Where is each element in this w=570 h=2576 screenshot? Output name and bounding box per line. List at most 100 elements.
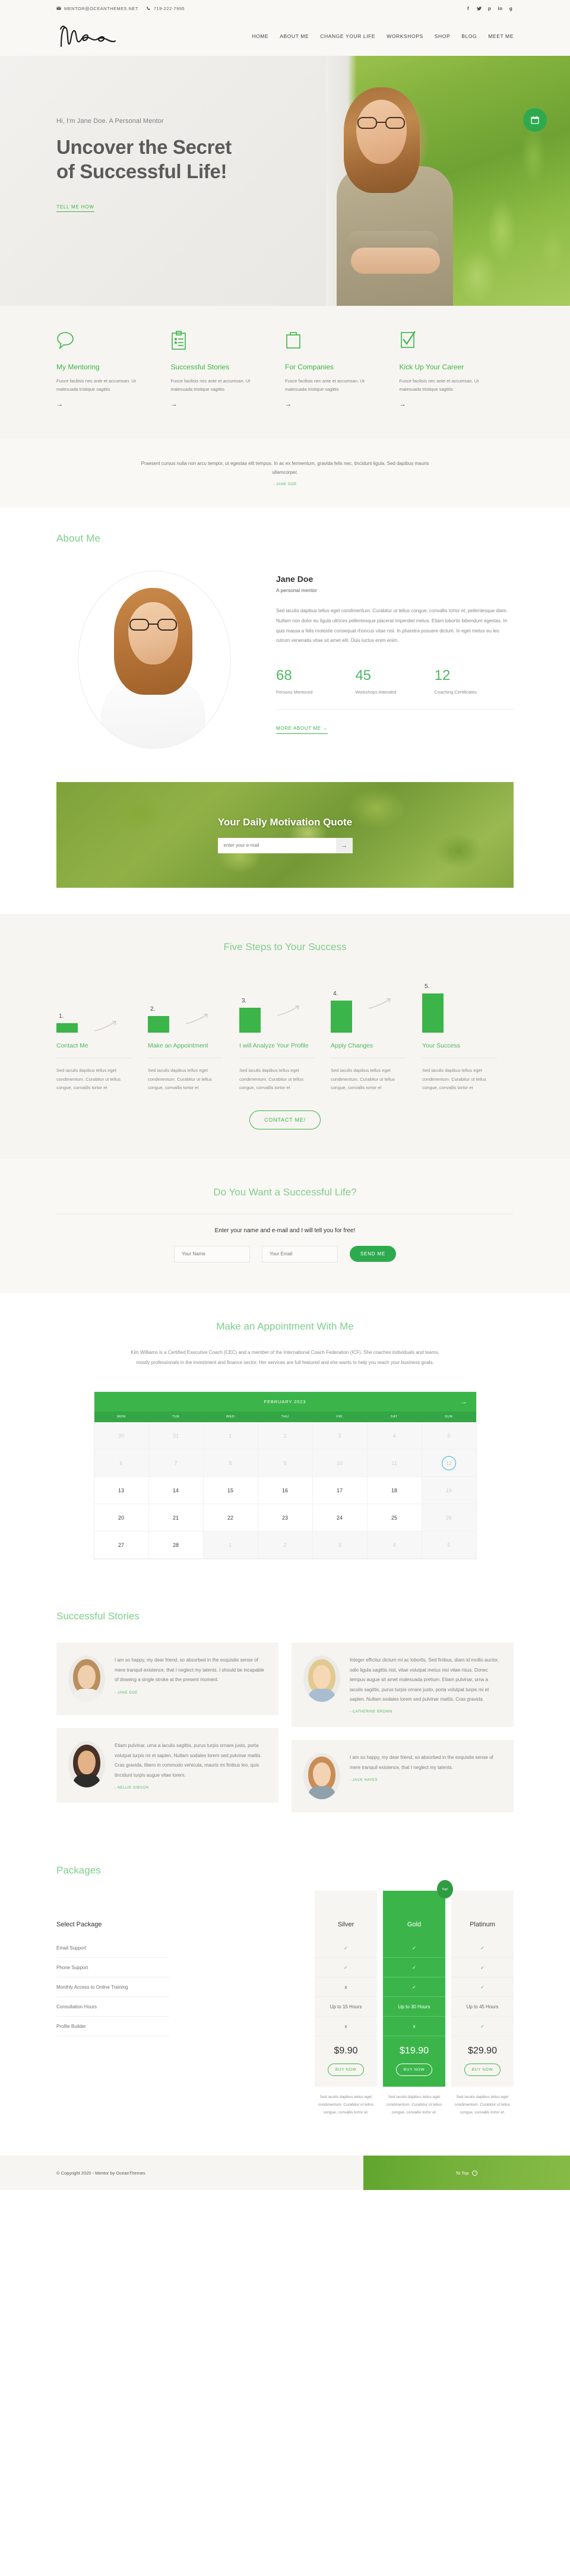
to-top-label: To Top: [455, 2170, 469, 2176]
plan-card-platinum[interactable]: Platinum ✓ ✓ ✓ Up to 45 Hours ✓ $29.90 B…: [451, 1891, 514, 2087]
about-grid: Jane Doe A personal mentor Sed iaculis d…: [56, 570, 514, 749]
nav-item-meet-me[interactable]: MEET ME: [488, 33, 514, 39]
calendar-header: FEBRUARY 2023 →: [94, 1392, 476, 1412]
arrow-right-icon[interactable]: →: [56, 401, 63, 408]
plan-card-silver[interactable]: Silver ✓ ✓ x Up to 15 Hours x $9.90 BUY …: [315, 1891, 377, 2087]
counter-label: Persons Mentored: [276, 689, 313, 695]
nav-item-shop[interactable]: SHOP: [435, 33, 450, 39]
tell-me-how-link[interactable]: TELL ME HOW: [56, 204, 94, 213]
calendar-fab-button[interactable]: [523, 108, 547, 132]
contact-me-button[interactable]: CONTACT ME!: [249, 1110, 321, 1129]
email-input[interactable]: [261, 1245, 338, 1262]
calendar-day-cell[interactable]: 13: [94, 1477, 149, 1505]
motivation-submit-button[interactable]: →: [335, 837, 353, 853]
arrow-right-icon[interactable]: →: [285, 401, 292, 408]
send-me-button[interactable]: SEND ME: [349, 1246, 397, 1262]
arrow-right-icon[interactable]: →: [171, 401, 178, 408]
calendar-day-cell: 5: [422, 1531, 476, 1559]
motivation-banner: Your Daily Motivation Quote →: [56, 781, 514, 888]
site-logo[interactable]: [56, 24, 122, 49]
packages-section: Packages Select Package Email Support Ph…: [0, 1840, 570, 2117]
plan-value: x: [315, 1977, 377, 1998]
pinterest-icon[interactable]: p: [487, 6, 492, 11]
calendar-day-cell[interactable]: 14: [148, 1477, 204, 1505]
more-about-me-link[interactable]: MORE ABOUT ME →: [276, 726, 328, 735]
calendar-day-cell: 6: [94, 1450, 149, 1477]
story-body: I am so happy, my dear friend, so absorb…: [350, 1753, 499, 1782]
calendar-day-cell: 2: [258, 1422, 313, 1450]
calendar-day-cell[interactable]: 15: [203, 1477, 258, 1505]
weekday-fri: FRI: [336, 1415, 343, 1419]
twitter-icon[interactable]: [476, 6, 482, 11]
facebook-icon[interactable]: f: [466, 6, 471, 11]
nav-item-workshops[interactable]: WORKSHOPS: [387, 33, 423, 39]
hero-content: Hi, I'm Jane Doe. A Personal Mentor Unco…: [0, 56, 309, 213]
plan-note-gold: Sed iaculis dapibus tellus eget condimen…: [386, 2095, 442, 2115]
step-number: 3.: [242, 997, 247, 1004]
story-author: - JANE DOE: [115, 1691, 138, 1695]
buy-now-button[interactable]: BUY NOW: [395, 2064, 433, 2077]
calendar-day-cell[interactable]: 27: [94, 1531, 149, 1559]
counter-label: Coaching Certificates: [434, 689, 477, 695]
email-text: MENTOR@OCEANTHEMES.NET: [64, 5, 138, 11]
calendar-day-cell[interactable]: 21: [148, 1504, 204, 1532]
story-author: - JACK HAYES: [350, 1778, 378, 1783]
calendar-day-cell: 5: [422, 1422, 476, 1450]
arrow-right-icon[interactable]: →: [400, 401, 406, 408]
calendar-week-row: 27 28 1 2 3 4 5: [94, 1531, 476, 1559]
calendar-day-cell[interactable]: 23: [258, 1504, 313, 1532]
weekday-sun: SUN: [444, 1415, 453, 1419]
counter-number: 45: [355, 667, 372, 684]
linkedin-icon[interactable]: in: [498, 6, 503, 11]
subscribe-lead: Enter your name and e-mail and I will te…: [214, 1227, 356, 1234]
calendar-day-cell[interactable]: 22: [203, 1504, 258, 1532]
feature-card-kick-up-your-career[interactable]: Kick Up Your Career Fusce facilisis nec …: [400, 331, 514, 408]
appointment-text: Kim Williams is a Certified Executive Co…: [131, 1349, 439, 1365]
calendar-day-cell: 2: [258, 1531, 313, 1559]
name-input[interactable]: [173, 1245, 250, 1262]
to-top-button[interactable]: To Top ↑: [363, 2156, 570, 2191]
subscribe-form: SEND ME: [56, 1245, 514, 1262]
packages-notes: Sed iaculis dapibus tellus eget condimen…: [56, 2094, 514, 2116]
motivation-email-input[interactable]: [217, 837, 336, 853]
feature-card-successful-stories[interactable]: Successful Stories Fusce facilisis nec a…: [171, 331, 286, 408]
calendar-day-cell[interactable]: 28: [148, 1531, 204, 1559]
step-number: 4.: [333, 990, 338, 997]
plan-card-gold[interactable]: Top! Gold ✓ ✓ ✓ Up to 30 Hours x $19.90 …: [383, 1880, 453, 2087]
google-icon[interactable]: g: [508, 6, 514, 11]
calendar-next-month-button[interactable]: →: [461, 1398, 468, 1406]
about-counters: 68 Persons Mentored 45 Workshops Attende…: [276, 669, 514, 695]
calendar-day-cell[interactable]: 17: [312, 1477, 368, 1505]
main-navigation: HOME ABOUT ME CHANGE YOUR LIFE WORKSHOPS…: [252, 33, 514, 39]
avatar: [303, 1753, 340, 1800]
feature-card-for-companies[interactable]: For Companies Fusce facilisis nec ante e…: [285, 331, 400, 408]
calendar-weekday-row: MON TUE WED THU FRI SAT SUN: [94, 1412, 476, 1423]
nav-item-change-your-life[interactable]: CHANGE YOUR LIFE: [320, 33, 375, 39]
curved-arrow-icon: [185, 1014, 208, 1024]
step-text: Sed iaculis dapibus tellus eget condimen…: [56, 1067, 121, 1091]
nav-item-about-me[interactable]: ABOUT ME: [280, 33, 309, 39]
nav-item-home[interactable]: HOME: [252, 33, 268, 39]
email-contact[interactable]: MENTOR@OCEANTHEMES.NET: [56, 6, 138, 11]
page-root: MENTOR@OCEANTHEMES.NET 719-222-7995 f p …: [0, 0, 570, 2191]
feature-text: Fusce facilisis nec ante et accumsan. Ut…: [56, 378, 136, 392]
step-detail-4: Apply Changes Sed iaculis dapibus tellus…: [331, 1042, 422, 1093]
feature-title: Kick Up Your Career: [399, 363, 464, 371]
calendar-day-cell[interactable]: 18: [367, 1477, 422, 1505]
calendar-day-cell[interactable]: 16: [258, 1477, 313, 1505]
calendar-day-cell: 11: [367, 1450, 422, 1477]
plan-price: $19.90: [400, 2046, 429, 2056]
story-author: - CATHERINE BROWN: [350, 1710, 392, 1714]
eyeglasses-icon: [357, 117, 405, 129]
stories-column-right: Integer efficitur dictum mi ac lobortis.…: [292, 1643, 514, 1813]
buy-now-button[interactable]: BUY NOW: [464, 2064, 501, 2077]
calendar-day-cell[interactable]: 20: [94, 1504, 149, 1532]
story-text: Etiam pulvinar, urna a iaculis sagittis,…: [115, 1743, 262, 1778]
calendar-day-cell[interactable]: 24: [312, 1504, 368, 1532]
phone-contact[interactable]: 719-222-7995: [147, 6, 185, 11]
step-bar-1: 1.: [56, 1013, 148, 1033]
nav-item-blog[interactable]: BLOG: [461, 33, 477, 39]
feature-card-my-mentoring[interactable]: My Mentoring Fusce facilisis nec ante et…: [56, 331, 171, 408]
calendar-day-cell[interactable]: 25: [367, 1504, 422, 1532]
buy-now-button[interactable]: BUY NOW: [327, 2064, 365, 2077]
